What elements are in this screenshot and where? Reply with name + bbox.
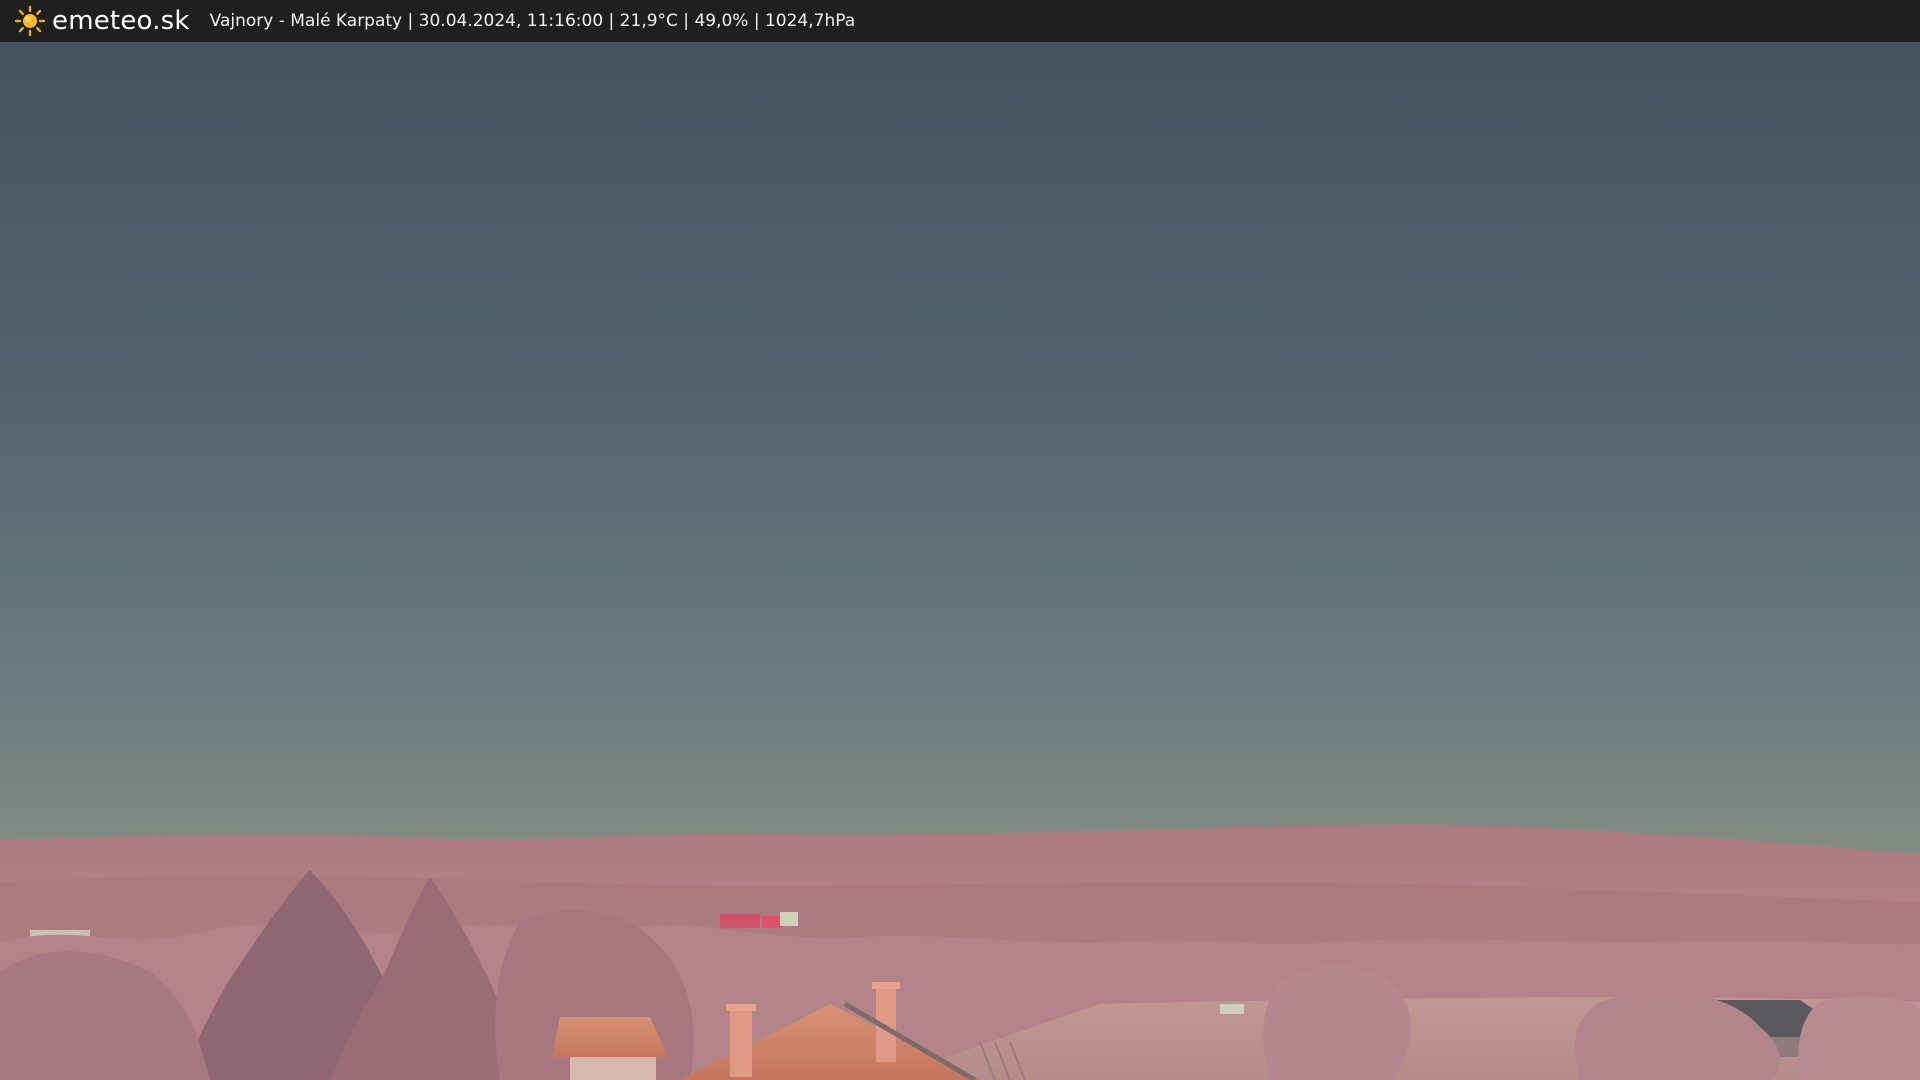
tree-right [1263,965,1412,1080]
tree-corner [1798,996,1920,1080]
brand-name[interactable]: emeteo.sk [52,0,190,42]
webcam-viewport: emeteo.sk Vajnory - Malé Karpaty | 30.04… [0,0,1920,1080]
sun-icon [14,5,46,37]
logo[interactable]: emeteo.sk [14,0,190,42]
status-line: Vajnory - Malé Karpaty | 30.04.2024, 11:… [209,11,856,31]
webcam-image [0,42,1920,1080]
top-bar: emeteo.sk Vajnory - Malé Karpaty | 30.04… [0,0,1920,42]
